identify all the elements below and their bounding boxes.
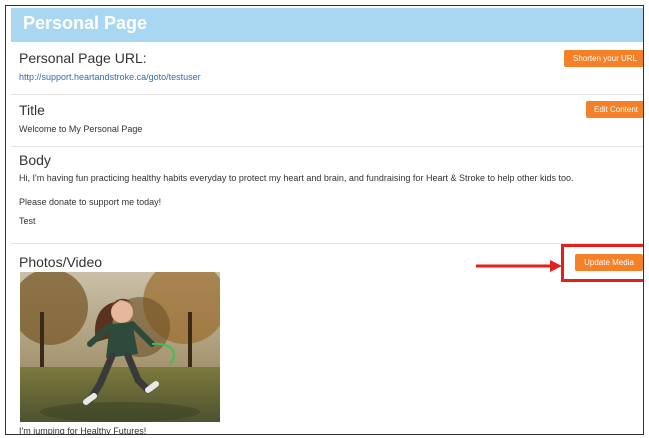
- page-frame: Personal Page Personal Page URL: http://…: [5, 5, 644, 435]
- title-value: Welcome to My Personal Page: [19, 124, 143, 134]
- body-paragraph: Please donate to support me today!: [19, 197, 162, 207]
- media-section-title: Photos/Video: [19, 254, 103, 270]
- shorten-url-button[interactable]: Shorten your URL: [564, 50, 643, 67]
- media-photo: [20, 272, 220, 422]
- body-paragraph: Test: [19, 216, 36, 226]
- body-section-title: Body: [19, 152, 51, 168]
- page-title: Personal Page: [23, 13, 148, 33]
- body-paragraph: Hi, I'm having fun practicing healthy ha…: [19, 173, 574, 183]
- annotation-arrow: [476, 260, 562, 272]
- title-section-title: Title: [19, 102, 45, 118]
- page-header: Personal Page: [11, 8, 643, 42]
- divider: [11, 146, 643, 147]
- girl-jumping-photo: [20, 272, 220, 422]
- personal-page-url-link[interactable]: http://support.heartandstroke.ca/goto/te…: [19, 72, 201, 82]
- url-section-title: Personal Page URL:: [19, 50, 147, 66]
- edit-content-button[interactable]: Edit Content: [586, 101, 643, 118]
- update-media-button[interactable]: Update Media: [575, 254, 643, 271]
- media-caption: I'm jumping for Healthy Futures!: [19, 426, 147, 435]
- divider: [11, 94, 643, 95]
- divider: [11, 243, 643, 244]
